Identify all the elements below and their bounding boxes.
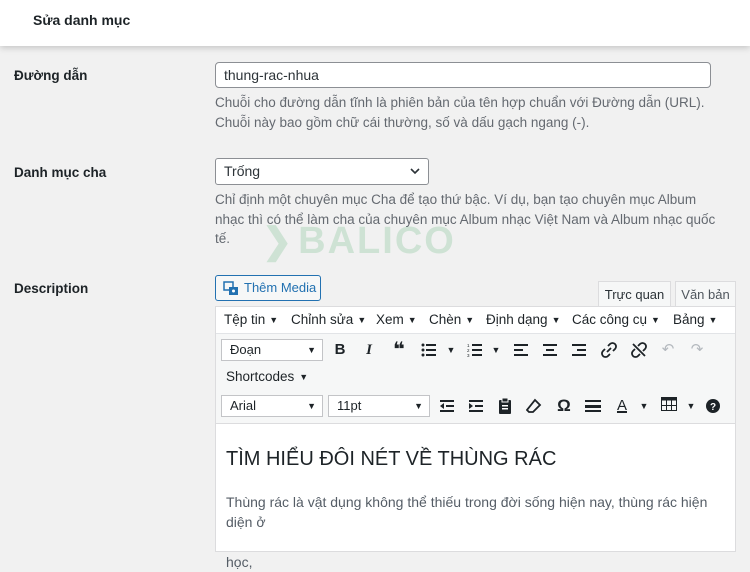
caret-down-icon: ▼ bbox=[651, 315, 660, 325]
font-size-select[interactable]: 11pt ▼ bbox=[328, 395, 430, 417]
bold-icon[interactable]: B bbox=[329, 339, 351, 361]
add-media-label: Thêm Media bbox=[244, 280, 317, 295]
italic-icon[interactable]: I bbox=[358, 339, 380, 361]
paste-text-icon[interactable] bbox=[494, 395, 516, 417]
paragraph-line: Thùng rác là vật dụng không thể thiếu tr… bbox=[226, 494, 708, 530]
blockquote-icon[interactable]: ❝ bbox=[388, 339, 410, 361]
editor-statusbar bbox=[216, 532, 735, 551]
caret-down-icon: ▼ bbox=[269, 315, 279, 325]
bullet-list-icon[interactable] bbox=[418, 339, 440, 361]
outdent-glyph bbox=[440, 400, 454, 412]
slug-help-line: Chuỗi này bao gồm chữ cái thường, số và … bbox=[215, 114, 590, 130]
text-color-caret-icon[interactable]: ▼ bbox=[633, 395, 655, 417]
caret-down-icon: ▼ bbox=[407, 315, 417, 325]
menu-label: Bảng bbox=[673, 312, 705, 327]
menu-view[interactable]: Xem ▼ bbox=[376, 312, 417, 327]
slug-help-line: Chuỗi cho đường dẫn tĩnh là phiên bản củ… bbox=[215, 95, 705, 110]
parent-help-line: Chỉ định một chuyên mục Cha để tạo thứ b… bbox=[215, 192, 697, 207]
menu-label: Định dạng bbox=[486, 312, 548, 327]
description-label: Description bbox=[14, 281, 89, 296]
page-title: Sửa danh mục bbox=[33, 12, 131, 28]
indent-icon[interactable] bbox=[465, 395, 487, 417]
align-left-icon[interactable] bbox=[510, 339, 532, 361]
menu-insert[interactable]: Chèn ▼ bbox=[429, 312, 474, 327]
help-icon[interactable]: ? bbox=[702, 395, 724, 417]
tab-text[interactable]: Văn bản bbox=[675, 281, 736, 307]
table-caret-icon[interactable]: ▼ bbox=[680, 395, 702, 417]
parent-label: Danh mục cha bbox=[14, 165, 107, 180]
undo-icon[interactable]: ↶ bbox=[657, 339, 679, 361]
watermark-logo: ❯ BALICO bbox=[262, 220, 456, 263]
chevron-down-icon bbox=[410, 168, 420, 175]
menu-file[interactable]: Tệp tin ▼ bbox=[224, 312, 278, 327]
tab-visual[interactable]: Trực quan bbox=[598, 281, 671, 307]
bullet-list-glyph bbox=[421, 343, 436, 357]
menu-edit[interactable]: Chỉnh sửa ▼ bbox=[291, 312, 366, 327]
menu-label: Chèn bbox=[429, 312, 462, 327]
outdent-icon[interactable] bbox=[436, 395, 458, 417]
slug-label: Đường dẫn bbox=[14, 68, 88, 83]
numbered-list-caret-icon[interactable]: ▼ bbox=[485, 339, 507, 361]
text-color-icon[interactable]: A bbox=[611, 395, 633, 417]
clear-formatting-icon[interactable] bbox=[523, 395, 545, 417]
slug-input[interactable] bbox=[215, 62, 711, 88]
menu-label: Xem bbox=[376, 312, 404, 327]
numbered-list-glyph: 1 2 3 bbox=[467, 343, 482, 358]
svg-text:3: 3 bbox=[467, 353, 470, 357]
align-left-glyph bbox=[514, 344, 528, 356]
font-family-select[interactable]: Arial ▼ bbox=[221, 395, 323, 417]
format-select[interactable]: Đoạn ▼ bbox=[221, 339, 323, 361]
caret-down-icon: ▼ bbox=[551, 315, 561, 325]
shortcodes-label: Shortcodes bbox=[226, 369, 295, 384]
format-select-value: Đoạn bbox=[230, 342, 262, 357]
unlink-glyph bbox=[631, 342, 647, 358]
hr-glyph bbox=[585, 400, 601, 412]
align-center-icon[interactable] bbox=[539, 339, 561, 361]
help-glyph: ? bbox=[706, 399, 720, 413]
table-icon[interactable] bbox=[658, 393, 680, 415]
align-center-glyph bbox=[543, 344, 557, 356]
menu-tools[interactable]: Các công cụ ▼ bbox=[572, 312, 660, 327]
slug-help: Chuỗi cho đường dẫn tĩnh là phiên bản củ… bbox=[215, 93, 705, 132]
menu-format[interactable]: Định dạng ▼ bbox=[486, 312, 560, 327]
numbered-list-icon[interactable]: 1 2 3 bbox=[464, 339, 486, 361]
caret-down-icon: ▼ bbox=[465, 315, 475, 325]
media-icon bbox=[223, 281, 238, 295]
menu-label: Chỉnh sửa bbox=[291, 312, 354, 327]
bullet-list-caret-icon[interactable]: ▼ bbox=[440, 339, 462, 361]
menu-label: Tệp tin bbox=[224, 312, 266, 327]
paste-glyph bbox=[499, 397, 511, 414]
caret-down-icon: ▼ bbox=[307, 401, 316, 411]
shortcodes-menu[interactable]: Shortcodes ▼ bbox=[226, 369, 308, 384]
horizontal-line-icon[interactable] bbox=[582, 395, 604, 417]
table-glyph bbox=[661, 397, 677, 411]
content-heading: TÌM HIỂU ĐÔI NÉT VỀ THÙNG RÁC bbox=[226, 448, 557, 470]
caret-down-icon: ▼ bbox=[708, 315, 718, 325]
svg-text:?: ? bbox=[710, 402, 716, 413]
parent-select[interactable]: Trống bbox=[215, 158, 429, 185]
caret-down-icon: ▼ bbox=[299, 372, 309, 382]
special-character-icon[interactable]: Ω bbox=[553, 395, 575, 417]
top-bar: Sửa danh mục bbox=[0, 0, 750, 46]
menu-label: Các công cụ bbox=[572, 312, 648, 327]
leaf-icon: ❯ bbox=[262, 220, 295, 261]
menu-table[interactable]: Bảng ▼ bbox=[673, 312, 717, 327]
add-media-button[interactable]: Thêm Media bbox=[215, 275, 321, 301]
align-right-glyph bbox=[572, 344, 586, 356]
parent-select-value: Trống bbox=[224, 163, 261, 179]
link-icon[interactable] bbox=[598, 339, 620, 361]
watermark-text: BALICO bbox=[298, 220, 456, 262]
caret-down-icon: ▼ bbox=[414, 401, 423, 411]
align-right-icon[interactable] bbox=[568, 339, 590, 361]
caret-down-icon: ▼ bbox=[357, 315, 367, 325]
redo-icon[interactable]: ↷ bbox=[686, 339, 708, 361]
font-size-value: 11pt bbox=[337, 398, 362, 413]
unlink-icon[interactable] bbox=[628, 339, 650, 361]
caret-down-icon: ▼ bbox=[307, 345, 316, 355]
indent-glyph bbox=[469, 400, 483, 412]
font-family-value: Arial bbox=[230, 398, 257, 413]
link-glyph bbox=[601, 342, 617, 358]
eraser-glyph bbox=[525, 398, 542, 413]
